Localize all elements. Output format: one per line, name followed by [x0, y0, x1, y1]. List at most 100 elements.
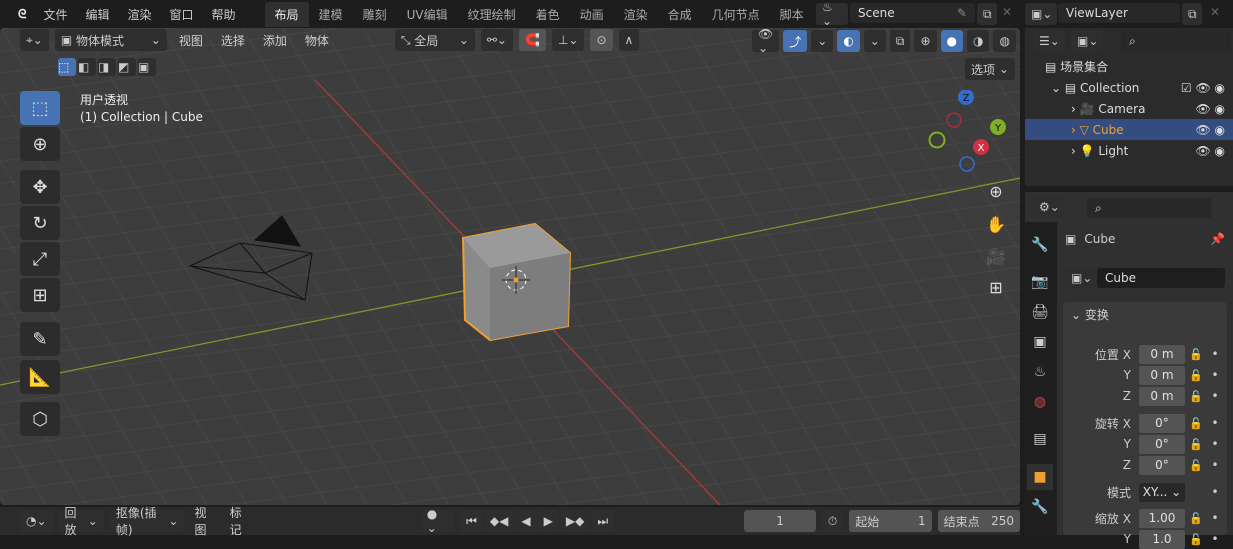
- current-frame-field[interactable]: 1: [744, 510, 816, 532]
- keyframe-dot-icon[interactable]: •: [1207, 416, 1223, 430]
- zoom-icon[interactable]: ⊕: [983, 178, 1009, 204]
- lock-icon[interactable]: 🔓: [1185, 348, 1207, 361]
- tab-geometry-nodes[interactable]: 几何节点: [702, 2, 770, 27]
- 3d-viewport[interactable]: ⌖⌄ ▣ 物体模式⌄ 视图 选择 添加 物体 ⤡ 全局⌄ ⚯⌄ 🧲 ⊥⌄ ⊙ ∧…: [0, 28, 1020, 505]
- value-field[interactable]: 0°: [1139, 456, 1185, 475]
- pin-icon[interactable]: ✎: [957, 6, 967, 20]
- transform-tool[interactable]: ⊞: [20, 278, 60, 312]
- orientation-dropdown[interactable]: ⤡ 全局⌄: [395, 29, 475, 51]
- options-dropdown[interactable]: 选项 ⌄: [965, 58, 1015, 80]
- keyframe-dot-icon[interactable]: •: [1207, 511, 1223, 525]
- tab-texture-paint[interactable]: 纹理绘制: [458, 2, 526, 27]
- proportional-edit-toggle[interactable]: ⊙: [590, 29, 612, 51]
- view-layer-tab-icon[interactable]: ▣: [1027, 329, 1053, 355]
- keyframe-dot-icon[interactable]: •: [1207, 485, 1223, 499]
- timeline-editor-type[interactable]: ◔⌄: [20, 510, 53, 532]
- shading-solid[interactable]: ●: [941, 30, 963, 52]
- navigation-gizmo[interactable]: Z Y X: [925, 90, 1010, 175]
- value-field[interactable]: 0 m: [1139, 387, 1185, 406]
- jump-end-button[interactable]: ⏭: [591, 510, 614, 532]
- value-field[interactable]: 0°: [1139, 414, 1185, 433]
- select-subtract-button[interactable]: ◨: [98, 58, 116, 76]
- keyframe-dot-icon[interactable]: •: [1207, 532, 1223, 546]
- select-extend-button[interactable]: ◧: [78, 58, 96, 76]
- keyframe-dot-icon[interactable]: •: [1207, 437, 1223, 451]
- shading-material[interactable]: ◑: [967, 30, 989, 52]
- menu-object[interactable]: 物体: [299, 32, 335, 49]
- add-cube-tool[interactable]: ⬡: [20, 402, 60, 436]
- value-field[interactable]: 0°: [1139, 435, 1185, 454]
- lock-icon[interactable]: 🔓: [1185, 438, 1207, 451]
- pin-icon[interactable]: 📌: [1210, 232, 1225, 246]
- visibility-icons[interactable]: 👁 ◉: [1195, 123, 1233, 137]
- keyframe-dot-icon[interactable]: •: [1207, 347, 1223, 361]
- value-field[interactable]: 0 m: [1139, 345, 1185, 364]
- scene-name-field[interactable]: Scene✎: [850, 3, 975, 23]
- jump-start-button[interactable]: ⏮: [460, 510, 483, 532]
- select-new-button[interactable]: ⬚: [58, 58, 76, 76]
- menu-add[interactable]: 添加: [257, 32, 293, 49]
- prev-keyframe-button[interactable]: ◆◀: [484, 510, 514, 532]
- value-field[interactable]: 0 m: [1139, 366, 1185, 385]
- rotate-tool[interactable]: ↻: [20, 206, 60, 240]
- tool-tab-icon[interactable]: 🔧: [1027, 232, 1053, 258]
- menu-help[interactable]: 帮助: [203, 6, 245, 23]
- transform-section-header[interactable]: ⌄ 变换: [1071, 306, 1109, 323]
- tab-shading[interactable]: 着色: [526, 2, 570, 27]
- tab-scripting[interactable]: 脚本: [770, 2, 814, 27]
- snap-dropdown[interactable]: ⊥⌄: [552, 29, 585, 51]
- modifier-tab-icon[interactable]: 🔧: [1027, 494, 1053, 520]
- select-box-tool[interactable]: ⬚: [20, 91, 60, 125]
- blender-logo-icon[interactable]: ᘓ: [0, 7, 34, 22]
- tab-animation[interactable]: 动画: [570, 2, 614, 27]
- visibility-icons[interactable]: ☑ 👁 ◉: [1181, 81, 1233, 95]
- editor-type-button[interactable]: ⌖⌄: [20, 29, 49, 51]
- select-invert-button[interactable]: ◩: [118, 58, 136, 76]
- outliner-item-cube[interactable]: › ▽ Cube👁 ◉: [1025, 119, 1233, 140]
- new-scene-button[interactable]: ⧉: [977, 3, 997, 25]
- pivot-dropdown[interactable]: ⚯⌄: [481, 29, 513, 51]
- play-reverse-button[interactable]: ◀: [515, 510, 536, 532]
- object-name-field[interactable]: Cube: [1097, 268, 1225, 288]
- tab-modeling[interactable]: 建模: [309, 2, 353, 27]
- object-browse-button[interactable]: ▣⌄: [1065, 268, 1095, 288]
- keyframe-dot-icon[interactable]: •: [1207, 389, 1223, 403]
- gizmo-toggle[interactable]: ⤴: [783, 30, 807, 52]
- lock-icon[interactable]: 🔓: [1185, 390, 1207, 403]
- perspective-toggle-icon[interactable]: ⊞: [983, 274, 1009, 300]
- outliner-scene-collection[interactable]: ▤ 场景集合: [1025, 56, 1233, 77]
- end-frame-field[interactable]: 结束点250: [938, 510, 1020, 532]
- visibility-icons[interactable]: 👁 ◉: [1195, 144, 1233, 158]
- outliner-item-collection[interactable]: ⌄ ▤ Collection☑ 👁 ◉: [1025, 77, 1233, 98]
- xray-toggle[interactable]: ⧉: [890, 30, 911, 52]
- keyframe-dot-icon[interactable]: •: [1207, 458, 1223, 472]
- snap-toggle[interactable]: 🧲: [519, 29, 546, 51]
- select-intersect-button[interactable]: ▣: [138, 58, 156, 76]
- object-tab-icon[interactable]: ■: [1027, 464, 1053, 490]
- lock-icon[interactable]: 🔓: [1185, 459, 1207, 472]
- outliner-item-light[interactable]: › 💡 Light👁 ◉: [1025, 140, 1233, 161]
- next-keyframe-button[interactable]: ▶◆: [560, 510, 590, 532]
- lock-icon[interactable]: 🔓: [1185, 417, 1207, 430]
- shading-rendered[interactable]: ◍: [993, 30, 1015, 52]
- falloff-dropdown[interactable]: ∧: [619, 29, 640, 51]
- visibility-dropdown[interactable]: 👁⌄: [752, 30, 779, 52]
- tab-layout[interactable]: 布局: [265, 2, 309, 27]
- overlay-toggle[interactable]: ◐: [837, 30, 859, 52]
- world-tab-icon[interactable]: ◍: [1027, 389, 1053, 415]
- visibility-icons[interactable]: 👁 ◉: [1195, 102, 1233, 116]
- camera-view-icon[interactable]: 🎥: [983, 243, 1009, 269]
- mode-dropdown[interactable]: ▣ 物体模式⌄: [55, 29, 167, 51]
- viewlayer-selector-button[interactable]: ▣⌄: [1025, 3, 1057, 25]
- move-tool[interactable]: ✥: [20, 170, 60, 204]
- start-frame-field[interactable]: 起始1: [849, 510, 931, 532]
- rotation-mode-dropdown[interactable]: XY... ⌄: [1139, 483, 1185, 502]
- pan-hand-icon[interactable]: ✋: [983, 211, 1009, 237]
- menu-view[interactable]: 视图: [173, 32, 209, 49]
- menu-file[interactable]: 文件: [34, 6, 76, 23]
- menu-render[interactable]: 渲染: [118, 6, 160, 23]
- collection-tab-icon[interactable]: ▤: [1027, 426, 1053, 452]
- shading-wireframe[interactable]: ⊕: [914, 30, 936, 52]
- close-icon[interactable]: ✕: [1002, 5, 1012, 19]
- annotate-tool[interactable]: ✎: [20, 322, 60, 356]
